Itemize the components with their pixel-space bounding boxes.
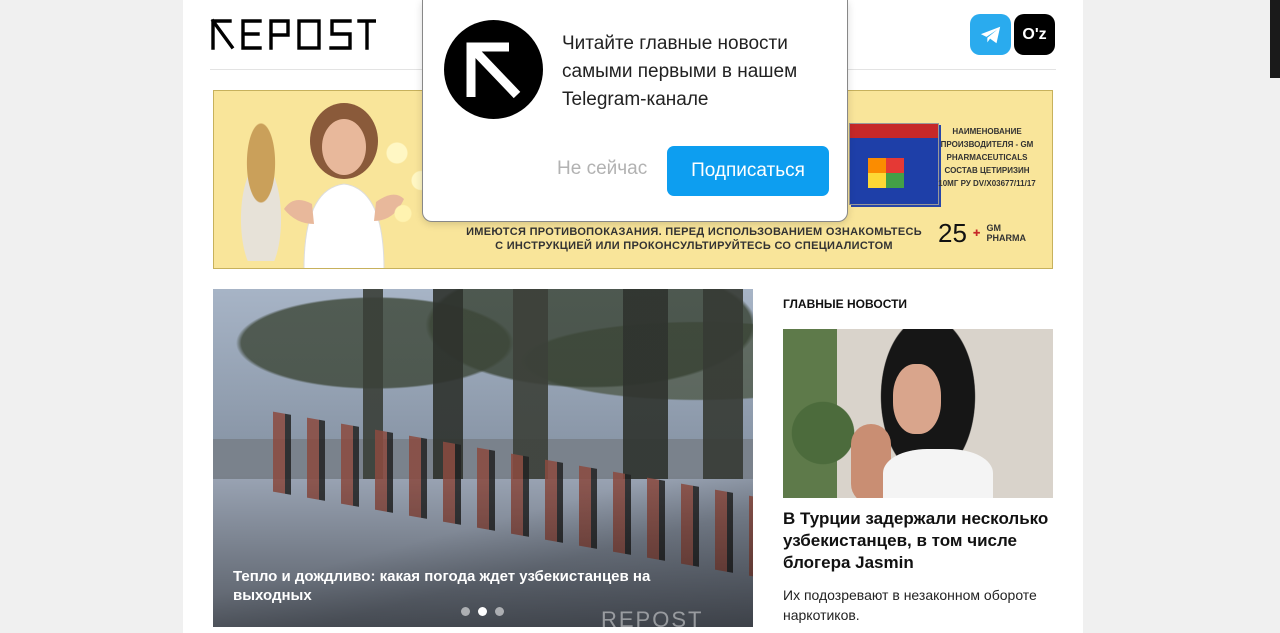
plus-icon: ✚ xyxy=(972,227,981,238)
banner-info-line: PHARMACEUTICALS xyxy=(946,153,1028,162)
top-news-lead: Их подозревают в незаконном обороте нарк… xyxy=(783,587,1037,623)
language-switch-button[interactable]: O'z xyxy=(1014,14,1055,55)
banner-info-line: ПРОИЗВОДИТЕЛЯ - GM xyxy=(940,140,1034,149)
banner-info-line: СОСТАВ ЦЕТИРИЗИН xyxy=(944,166,1030,175)
banner-warning-line: ИМЕЮТСЯ ПРОТИВОПОКАЗАНИЯ. ПЕРЕД ИСПОЛЬЗО… xyxy=(466,226,922,238)
banner-warning-line: С ИНСТРУКЦИЕЙ ИЛИ ПРОКОНСУЛЬТИРУЙТЕСЬ СО… xyxy=(495,240,893,252)
badge-text: GM PHARMA xyxy=(986,223,1026,243)
slide-caption[interactable]: Тепло и дождливо: какая погода ждет узбе… xyxy=(233,567,703,605)
repost-arrow-icon xyxy=(466,42,520,98)
top-news-photo[interactable] xyxy=(783,329,1053,498)
not-now-button[interactable]: Не сейчас xyxy=(557,158,647,180)
repost-logo-icon xyxy=(210,18,376,50)
slider-dot[interactable] xyxy=(461,607,470,616)
banner-info-line: НАИМЕНОВАНИЕ xyxy=(952,127,1022,136)
slider-dots xyxy=(461,607,504,616)
subscribe-button[interactable]: Подписаться xyxy=(667,146,829,196)
slide-watermark: REPOST xyxy=(601,607,704,627)
popup-message: Читайте главные новости самыми первыми в… xyxy=(562,33,798,110)
banner-info-line: 10МГ РУ DV/X03677/11/17 xyxy=(938,179,1036,188)
top-news-headline[interactable]: В Турции задержали несколько узбекистанц… xyxy=(783,508,1058,574)
banner-product-pack xyxy=(849,123,939,205)
slider-dot-active[interactable] xyxy=(478,607,487,616)
telegram-icon xyxy=(980,26,1000,43)
banner-warning: ИМЕЮТСЯ ПРОТИВОПОКАЗАНИЯ. ПЕРЕД ИСПОЛЬЗО… xyxy=(444,225,944,253)
news-slider[interactable]: Тепло и дождливо: какая погода ждет узбе… xyxy=(213,289,753,627)
badge-number: 25 xyxy=(938,217,967,248)
banner-brand-badge: 25 ✚ GM PHARMA xyxy=(938,213,1038,253)
site-logo[interactable] xyxy=(210,18,376,50)
slider-dot[interactable] xyxy=(495,607,504,616)
telegram-subscribe-popup: Читайте главные новости самыми первыми в… xyxy=(422,0,848,222)
popup-logo xyxy=(444,20,543,119)
section-title: ГЛАВНЫЕ НОВОСТИ xyxy=(783,297,908,311)
scrollbar-thumb[interactable] xyxy=(1270,0,1280,78)
banner-info: НАИМЕНОВАНИЕ ПРОИЗВОДИТЕЛЯ - GM PHARMACE… xyxy=(932,125,1042,190)
telegram-button[interactable] xyxy=(970,14,1011,55)
